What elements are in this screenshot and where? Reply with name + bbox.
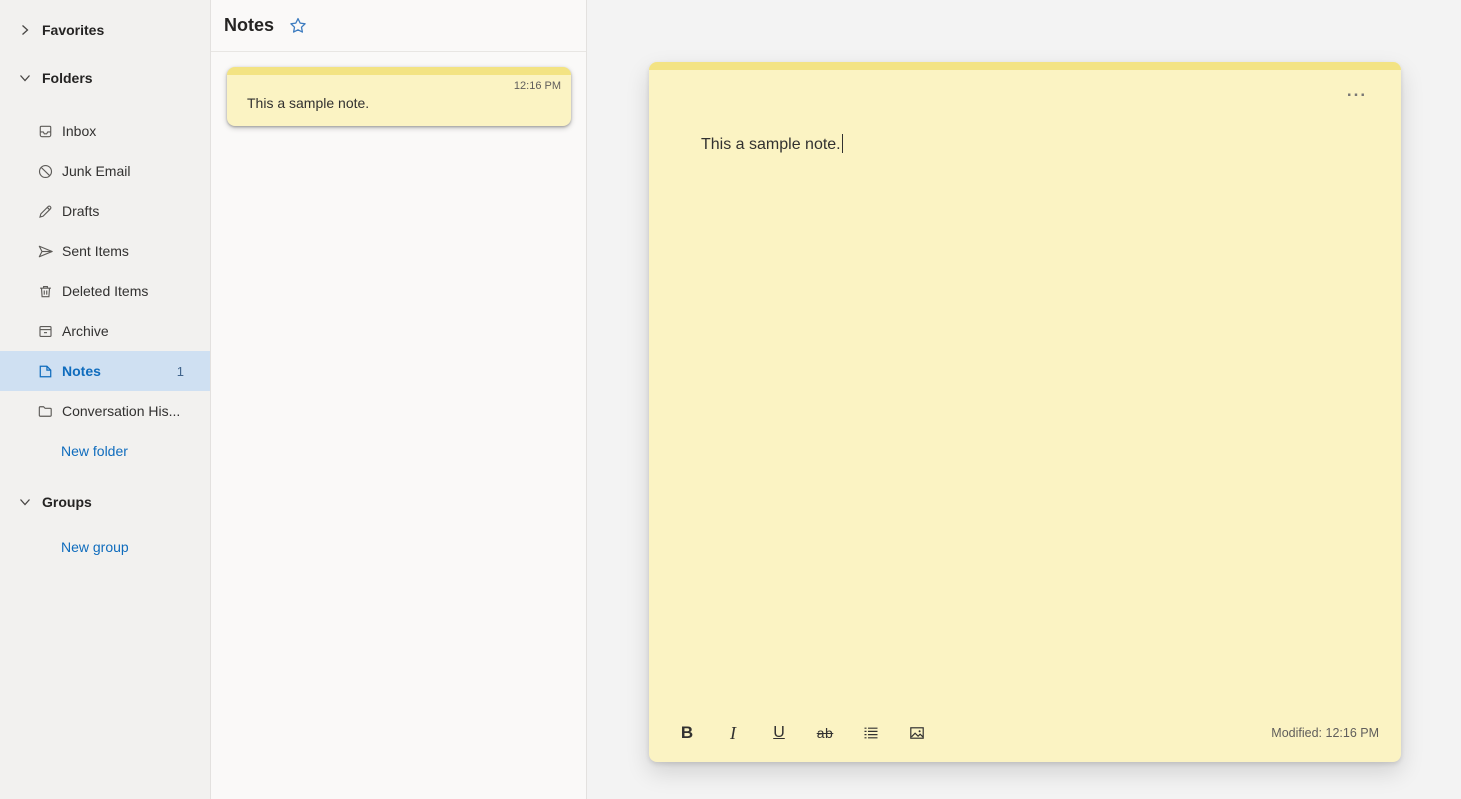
note-timestamp: 12:16 PM	[247, 80, 561, 92]
folder-label: Junk Email	[62, 163, 130, 179]
folders-label: Folders	[42, 70, 93, 86]
sidebar-item-inbox[interactable]: Inbox	[0, 111, 210, 151]
star-favorite-icon[interactable]	[287, 15, 309, 37]
folder-label: Conversation His...	[62, 403, 180, 419]
insert-image-button[interactable]	[901, 717, 933, 749]
sidebar-section-folders[interactable]: Folders	[0, 58, 210, 98]
chevron-right-icon	[17, 22, 33, 38]
note-preview-text: This a sample note.	[247, 95, 561, 111]
chevron-down-icon	[17, 494, 33, 510]
chevron-down-icon	[17, 70, 33, 86]
sidebar-item-conversation-history[interactable]: Conversation His...	[0, 391, 210, 431]
sidebar-section-favorites[interactable]: Favorites	[0, 10, 210, 50]
sidebar-item-junk-email[interactable]: Junk Email	[0, 151, 210, 191]
page-title: Notes	[224, 15, 274, 36]
folder-sidebar: Favorites Folders Inbox	[0, 0, 211, 799]
bold-button[interactable]: B	[671, 717, 703, 749]
strikethrough-button[interactable]: ab	[809, 717, 841, 749]
underline-button[interactable]: U	[763, 717, 795, 749]
sidebar-item-notes[interactable]: Notes 1	[0, 351, 210, 391]
modified-timestamp: Modified: 12:16 PM	[1271, 726, 1379, 740]
sidebar-section-groups[interactable]: Groups	[0, 482, 210, 522]
archive-icon	[36, 322, 55, 341]
folder-label: Deleted Items	[62, 283, 148, 299]
bold-glyph: B	[681, 723, 693, 743]
strikethrough-glyph: ab	[817, 725, 834, 741]
new-group-label: New group	[61, 539, 129, 555]
editor-strip	[649, 62, 1401, 70]
block-icon	[36, 162, 55, 181]
list-header: Notes	[211, 0, 586, 52]
folder-label: Inbox	[62, 123, 96, 139]
folder-label: Sent Items	[62, 243, 129, 259]
folder-label: Archive	[62, 323, 109, 339]
app-window: Favorites Folders Inbox	[0, 0, 1461, 799]
notes-list-pane: Notes 12:16 PM This a sample note.	[211, 0, 587, 799]
italic-button[interactable]: I	[717, 717, 749, 749]
ellipsis-icon: ...	[1347, 86, 1367, 96]
groups-label: Groups	[42, 494, 92, 510]
folder-label: Drafts	[62, 203, 99, 219]
bullet-list-button[interactable]	[855, 717, 887, 749]
new-folder-link[interactable]: New folder	[0, 431, 210, 471]
italic-glyph: I	[730, 723, 736, 744]
sidebar-item-archive[interactable]: Archive	[0, 311, 210, 351]
text-caret	[842, 134, 843, 153]
note-list-item[interactable]: 12:16 PM This a sample note.	[227, 67, 571, 126]
inbox-icon	[36, 122, 55, 141]
underline-glyph: U	[773, 724, 785, 742]
sidebar-item-sent-items[interactable]: Sent Items	[0, 231, 210, 271]
unread-count-badge: 1	[177, 364, 210, 379]
note-text: This a sample note.	[701, 136, 841, 153]
new-group-link[interactable]: New group	[0, 527, 210, 567]
bullet-list-icon	[861, 723, 881, 743]
new-folder-label: New folder	[61, 443, 128, 459]
sidebar-item-deleted-items[interactable]: Deleted Items	[0, 271, 210, 311]
reading-pane: ... This a sample note. B I U ab	[587, 0, 1461, 799]
note-card-body: 12:16 PM This a sample note.	[227, 75, 571, 126]
trash-icon	[36, 282, 55, 301]
sidebar-item-drafts[interactable]: Drafts	[0, 191, 210, 231]
send-icon	[36, 242, 55, 261]
folder-label: Notes	[62, 363, 101, 379]
note-editor: ... This a sample note. B I U ab	[649, 62, 1401, 762]
note-text-editor[interactable]: This a sample note.	[649, 70, 1401, 370]
favorites-label: Favorites	[42, 22, 104, 38]
folder-icon	[36, 402, 55, 421]
image-icon	[907, 723, 927, 743]
format-toolbar: B I U ab	[649, 704, 1401, 762]
note-card-strip	[227, 67, 571, 75]
pencil-icon	[36, 202, 55, 221]
more-options-button[interactable]: ...	[1339, 78, 1375, 104]
note-icon	[36, 362, 55, 381]
